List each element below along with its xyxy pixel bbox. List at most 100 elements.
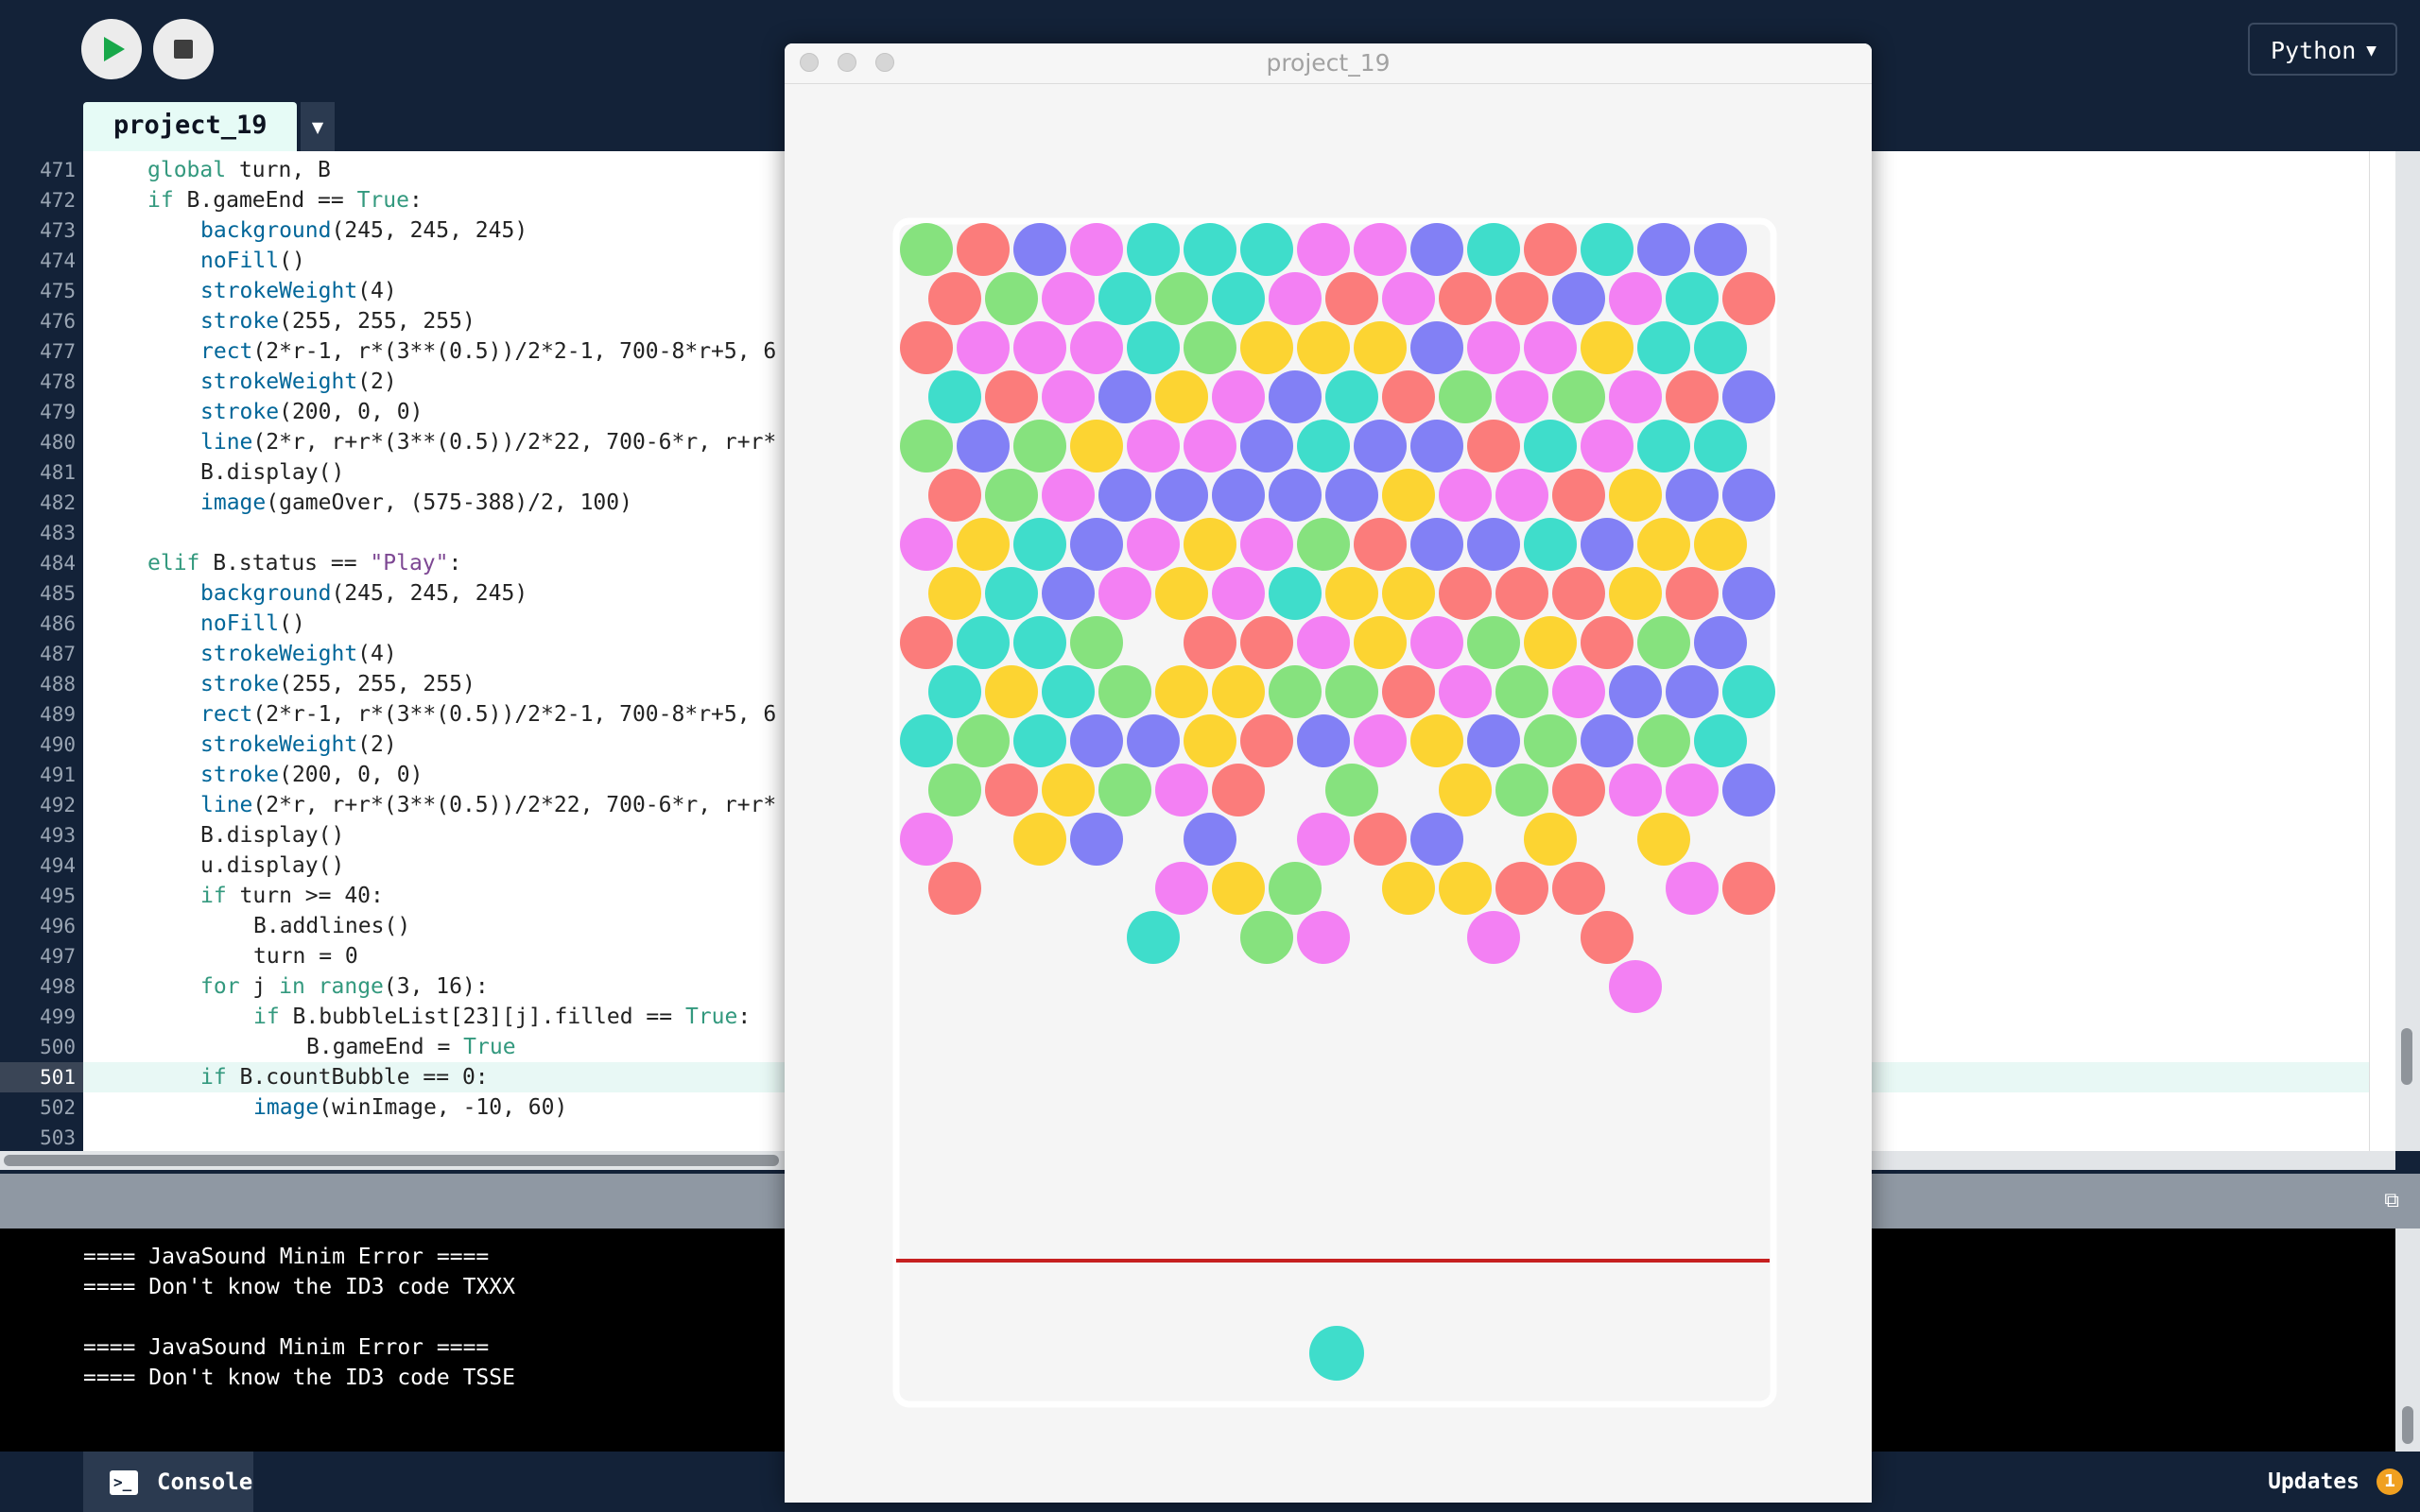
line-number: 480: [40, 431, 76, 454]
bubble: [1609, 567, 1662, 620]
bubble: [985, 567, 1038, 620]
scrollbar-thumb[interactable]: [2402, 1406, 2413, 1444]
line-number: 482: [40, 491, 76, 514]
line-number: 483: [40, 522, 76, 544]
bubble: [1410, 321, 1463, 374]
bubble: [1552, 764, 1605, 816]
bubble: [1325, 567, 1378, 620]
bubble: [1439, 665, 1492, 718]
code-token: (200, 0, 0): [279, 400, 424, 424]
window-titlebar: project_19: [785, 43, 1872, 84]
bubble: [1722, 764, 1775, 816]
tab-label: project_19: [113, 111, 268, 140]
bubble: [1042, 567, 1095, 620]
bubble: [1410, 420, 1463, 472]
code-token: (): [279, 611, 305, 636]
bubble: [1155, 764, 1208, 816]
bubble: [1325, 272, 1378, 325]
code-token: if: [253, 1005, 280, 1029]
bubble: [985, 469, 1038, 522]
bubble: [1212, 764, 1265, 816]
code-token: rect: [200, 339, 253, 364]
bubble: [1637, 813, 1690, 866]
console-line: ==== JavaSound Minim Error ====: [83, 1245, 490, 1269]
code-token: True: [356, 188, 409, 213]
mode-selector[interactable]: Python ▼: [2248, 23, 2397, 76]
bubble: [1184, 223, 1236, 276]
updates-link[interactable]: Updates: [2268, 1452, 2360, 1512]
bubble: [957, 616, 1010, 669]
bubble: [1212, 272, 1265, 325]
bubble: [1354, 518, 1407, 571]
bubble: [1722, 370, 1775, 423]
bubble: [1439, 764, 1492, 816]
code-token: image: [200, 490, 267, 515]
scrollbar-thumb[interactable]: [4, 1155, 779, 1166]
code-token: (2): [357, 732, 397, 757]
bubble: [1155, 862, 1208, 915]
bubble: [1013, 616, 1066, 669]
line-number: 497: [40, 945, 76, 968]
bubble: [1042, 469, 1095, 522]
bubble: [1070, 714, 1123, 767]
code-token: noFill: [200, 249, 280, 273]
bubble: [1070, 321, 1123, 374]
bubble: [1609, 469, 1662, 522]
bubble: [1637, 223, 1690, 276]
bubble: [1184, 616, 1236, 669]
code-token: line: [200, 430, 253, 455]
code-token: u.display(): [200, 853, 345, 878]
bubble: [1581, 518, 1634, 571]
code-token: background: [200, 581, 332, 606]
tab-menu-button[interactable]: ▼: [301, 102, 335, 151]
line-number: 494: [40, 854, 76, 877]
line-number: 478: [40, 370, 76, 393]
code-token: line: [200, 793, 253, 817]
bubble: [1013, 518, 1066, 571]
line-number: 486: [40, 612, 76, 635]
game-canvas[interactable]: [785, 83, 1872, 1503]
bubble: [1070, 616, 1123, 669]
line-number: 502: [40, 1096, 76, 1119]
editor-margin: [2369, 151, 2396, 1151]
bubble: [1495, 370, 1548, 423]
bubble: [1694, 616, 1747, 669]
line-number: 481: [40, 461, 76, 484]
bubble: [1212, 567, 1265, 620]
code-token: strokeWeight: [200, 642, 358, 666]
bubble: [1467, 518, 1520, 571]
code-token: B.addlines(): [253, 914, 411, 938]
code-token: B.gameEnd ==: [173, 188, 357, 213]
bubble: [1212, 665, 1265, 718]
bubble: [1637, 714, 1690, 767]
bubble: [1524, 518, 1577, 571]
console-scrollbar[interactable]: [2395, 1228, 2420, 1452]
bubble: [1325, 764, 1378, 816]
code-token: B.display(): [200, 823, 345, 848]
bubble: [1722, 567, 1775, 620]
bubble: [1722, 665, 1775, 718]
line-number: 485: [40, 582, 76, 605]
bubble: [1666, 567, 1719, 620]
line-number: 489: [40, 703, 76, 726]
bubble: [1382, 272, 1435, 325]
stop-icon: [174, 40, 193, 59]
bubble: [1098, 370, 1151, 423]
copy-icon[interactable]: ⧉: [2384, 1189, 2399, 1212]
editor-vertical-scrollbar[interactable]: [2395, 151, 2420, 1151]
bubble: [1155, 665, 1208, 718]
bubble: [1495, 567, 1548, 620]
code-token: B.bubbleList[23][j].filled ==: [279, 1005, 685, 1029]
bubble: [1410, 518, 1463, 571]
console-tab[interactable]: >_ Console: [83, 1452, 253, 1512]
stop-button[interactable]: [153, 19, 214, 79]
bubble: [1042, 665, 1095, 718]
bubble: [1439, 272, 1492, 325]
scrollbar-thumb[interactable]: [2401, 1028, 2412, 1085]
bubble: [1666, 764, 1719, 816]
run-button[interactable]: [81, 19, 142, 79]
bubble: [1467, 714, 1520, 767]
bubble: [1297, 616, 1350, 669]
bubble: [1212, 862, 1265, 915]
tab-project[interactable]: project_19: [83, 102, 297, 151]
